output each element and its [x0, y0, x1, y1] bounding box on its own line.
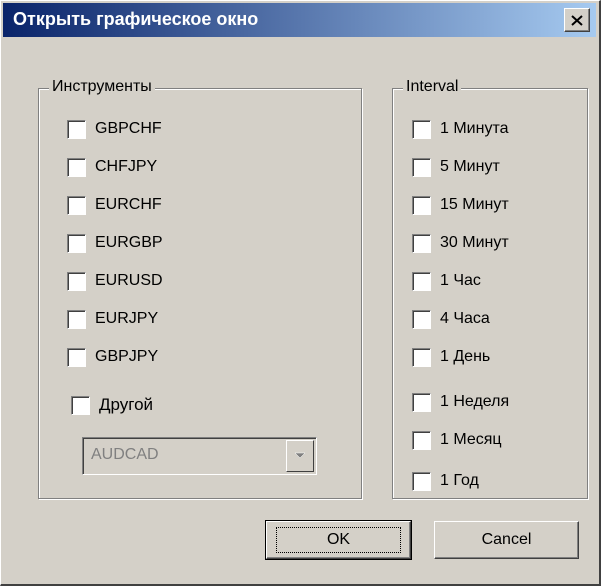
interval-label: 30 Минут [440, 234, 509, 251]
interval-option-4-hours[interactable]: 4 Часа [412, 306, 490, 332]
instrument-label: EURCHF [95, 196, 162, 213]
instrument-option-gbpchf[interactable]: GBPCHF [67, 116, 162, 142]
interval-label: 1 Год [440, 472, 479, 489]
interval-legend: Interval [403, 78, 462, 96]
interval-option-1-month[interactable]: 1 Месяц [412, 427, 502, 453]
ok-button[interactable]: OK [265, 520, 412, 560]
title-bar[interactable]: Открыть графическое окно [3, 3, 596, 37]
interval-option-1-week[interactable]: 1 Неделя [412, 389, 509, 415]
interval-checkbox[interactable] [412, 157, 431, 177]
interval-label: 1 Минута [440, 120, 509, 137]
interval-label: 1 Месяц [440, 431, 502, 448]
interval-label: 15 Минут [440, 196, 509, 213]
other-checkbox[interactable] [71, 395, 90, 415]
cancel-button[interactable]: Cancel [434, 521, 579, 559]
instrument-checkbox[interactable] [67, 309, 86, 329]
interval-option-15-minutes[interactable]: 15 Минут [412, 192, 509, 218]
instrument-option-eurgbp[interactable]: EURGBP [67, 230, 163, 256]
instrument-checkbox[interactable] [67, 233, 86, 253]
interval-label: 1 Час [440, 272, 481, 289]
interval-checkbox[interactable] [412, 195, 431, 215]
interval-label: 1 День [440, 348, 491, 365]
interval-option-1-minute[interactable]: 1 Минута [412, 116, 509, 142]
instrument-label: EURJPY [95, 310, 159, 327]
instrument-option-eurchf[interactable]: EURCHF [67, 192, 162, 218]
instrument-label: GBPJPY [95, 348, 159, 365]
interval-option-1-year[interactable]: 1 Год [412, 468, 479, 494]
instrument-checkbox[interactable] [67, 347, 86, 367]
instrument-checkbox[interactable] [67, 195, 86, 215]
instrument-option-chfjpy[interactable]: CHFJPY [67, 154, 157, 180]
interval-label: 1 Неделя [440, 393, 510, 410]
instrument-option-eurusd[interactable]: EURUSD [67, 268, 163, 294]
interval-option-1-day[interactable]: 1 День [412, 344, 490, 370]
instruments-legend: Инструменты [49, 78, 155, 96]
interval-label: 4 Часа [440, 310, 490, 327]
close-button[interactable] [564, 8, 590, 32]
cancel-label: Cancel [481, 531, 532, 548]
combobox-value: AUDCAD [91, 446, 159, 463]
chevron-down-icon [294, 452, 306, 459]
interval-checkbox[interactable] [412, 347, 431, 367]
interval-checkbox[interactable] [412, 271, 431, 291]
interval-checkbox[interactable] [412, 119, 431, 139]
instrument-label: CHFJPY [95, 158, 158, 175]
interval-checkbox[interactable] [412, 471, 431, 491]
dropdown-button[interactable] [286, 440, 314, 472]
interval-checkbox[interactable] [412, 309, 431, 329]
instrument-checkbox[interactable] [67, 157, 86, 177]
interval-option-30-minutes[interactable]: 30 Минут [412, 230, 509, 256]
window-title: Открыть графическое окно [13, 9, 259, 29]
other-label: Другой [99, 395, 154, 414]
interval-checkbox[interactable] [412, 392, 431, 412]
dialog-window: Открыть графическое окно Инструменты GBP… [0, 0, 601, 586]
instrument-checkbox[interactable] [67, 271, 86, 291]
interval-option-1-hour[interactable]: 1 Час [412, 268, 481, 294]
interval-checkbox[interactable] [412, 430, 431, 450]
interval-checkbox[interactable] [412, 233, 431, 253]
ok-label: OK [275, 527, 402, 553]
interval-label: 5 Минут [440, 158, 500, 175]
instrument-option-gbpjpy[interactable]: GBPJPY [67, 344, 158, 370]
instrument-checkbox[interactable] [67, 119, 86, 139]
instrument-option-other[interactable]: Другой [71, 392, 153, 418]
close-icon [571, 14, 583, 26]
instrument-combobox[interactable]: AUDCAD [82, 437, 317, 475]
instrument-label: GBPCHF [95, 120, 162, 137]
instrument-label: EURGBP [95, 234, 163, 251]
instrument-option-eurjpy[interactable]: EURJPY [67, 306, 158, 332]
interval-option-5-minutes[interactable]: 5 Минут [412, 154, 500, 180]
instrument-label: EURUSD [95, 272, 163, 289]
